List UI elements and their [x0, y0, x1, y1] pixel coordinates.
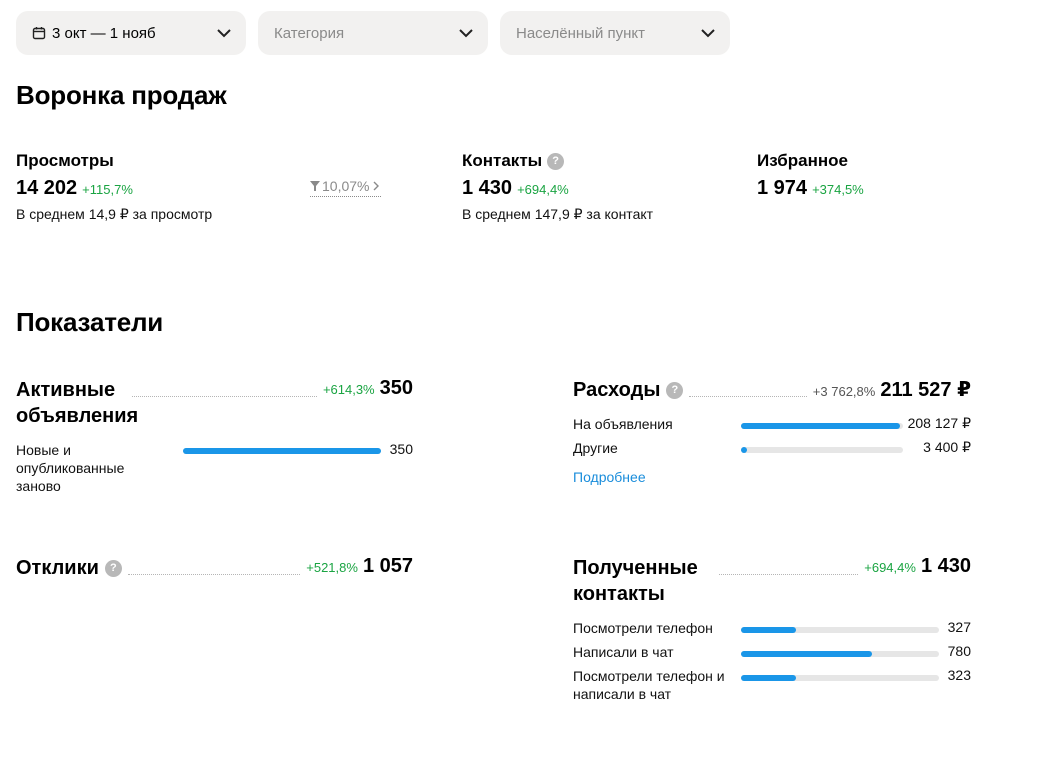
bar-fill: [741, 675, 797, 681]
bar-fill: [741, 423, 901, 429]
bar-value: 3 400 ₽: [923, 439, 971, 455]
dotted-leader: [127, 555, 301, 575]
contacts-row-phone: Посмотрели телефон 327: [573, 619, 971, 637]
bar-label: Новые и опубликованные заново: [16, 442, 125, 494]
received-contacts-change: +694,4%: [864, 560, 916, 575]
funnel-views: Просмотры 14 202 +115,7% В среднем 14,9 …: [16, 150, 212, 223]
favorites-label: Избранное: [757, 151, 848, 170]
dotted-leader: [132, 377, 317, 397]
received-contacts-title: Полученные контакты: [573, 557, 698, 605]
expenses-row-other: Другие 3 400 ₽: [573, 439, 971, 457]
bar-fill: [741, 651, 872, 657]
date-range-value: 3 окт — 1 нояб: [52, 24, 156, 42]
dotted-leader: [719, 555, 859, 575]
active-ads-change: +614,3%: [322, 382, 375, 397]
expenses-title: Расходы: [573, 379, 661, 401]
active-ads-value: 350: [379, 377, 413, 399]
bar-label: Посмотрели телефон: [573, 620, 713, 636]
bar-fill: [741, 627, 797, 633]
indicators-title: Показатели: [16, 307, 164, 337]
bar-value: 323: [947, 667, 971, 683]
bar-track: [183, 448, 381, 454]
contacts-label: Контакты: [462, 151, 543, 170]
chevron-right-icon: [373, 181, 380, 191]
expenses-row-ads: На объявления 208 127 ₽: [573, 415, 971, 433]
chevron-down-icon: [459, 29, 473, 38]
responses-value: 1 057: [362, 555, 413, 577]
metric-expenses: Расходы ? +3 762,8% 211 527 ₽: [573, 377, 971, 403]
contacts-value: 1 430: [462, 177, 513, 199]
funnel-contacts: Контакты ? 1 430 +694,4% В среднем 147,9…: [462, 150, 653, 223]
funnel-icon: [310, 181, 320, 191]
conversion-value: 10,07%: [322, 178, 370, 194]
active-ads-row: Новые и опубликованные заново 350: [16, 441, 413, 495]
active-ads-title: Активные объявления: [16, 379, 139, 427]
bar-value: 327: [947, 619, 971, 635]
bar-value: 780: [947, 643, 971, 659]
contacts-avg: В среднем 147,9 ₽ за контакт: [462, 206, 654, 222]
contacts-row-both: Посмотрели телефон и написали в чат 323: [573, 667, 971, 703]
bar-value: 350: [389, 441, 413, 457]
contacts-row-chat: Написали в чат 780: [573, 643, 971, 661]
views-value: 14 202: [16, 177, 78, 199]
bar-track: [741, 627, 939, 633]
bar-track: [741, 651, 939, 657]
contacts-change: +694,4%: [517, 182, 569, 197]
bar-fill: [183, 448, 381, 454]
bar-label: Посмотрели телефон и написали в чат: [573, 668, 725, 702]
funnel-title: Воронка продаж: [16, 80, 227, 110]
views-avg: В среднем 14,9 ₽ за просмотр: [16, 206, 213, 222]
responses-change: +521,8%: [306, 560, 358, 575]
help-icon[interactable]: ?: [104, 559, 122, 577]
bar-track: [741, 447, 903, 453]
views-change: +115,7%: [82, 182, 133, 197]
expenses-value: 211 527 ₽: [880, 379, 971, 401]
chevron-down-icon: [217, 29, 231, 38]
bar-track: [741, 423, 903, 429]
calendar-icon: [32, 27, 46, 40]
chevron-down-icon: [701, 29, 715, 38]
bar-track: [741, 675, 939, 681]
bar-label: На объявления: [573, 416, 673, 432]
bar-fill: [741, 447, 748, 453]
help-icon[interactable]: ?: [547, 152, 565, 170]
metric-active-ads: Активные объявления +614,3% 350: [16, 377, 413, 429]
bar-label: Написали в чат: [573, 644, 674, 660]
expenses-change: +3 762,8%: [812, 384, 876, 399]
views-label: Просмотры: [16, 151, 114, 170]
bar-label: Другие: [573, 440, 618, 456]
location-filter[interactable]: Населённый пункт: [500, 11, 730, 55]
responses-title: Отклики: [16, 557, 99, 579]
category-filter[interactable]: Категория: [258, 11, 488, 55]
bar-value: 208 127 ₽: [907, 415, 971, 431]
metric-responses: Отклики ? +521,8% 1 057: [16, 555, 413, 581]
favorites-value: 1 974: [757, 177, 808, 199]
location-placeholder: Населённый пункт: [516, 24, 646, 42]
received-contacts-value: 1 430: [920, 555, 971, 577]
conversion-rate[interactable]: 10,07%: [310, 178, 382, 197]
metric-received-contacts: Полученные контакты +694,4% 1 430: [573, 555, 971, 607]
funnel-favorites: Избранное 1 974 +374,5%: [757, 150, 864, 200]
dotted-leader: [689, 377, 807, 397]
favorites-change: +374,5%: [812, 182, 864, 197]
help-icon[interactable]: ?: [666, 381, 684, 399]
category-placeholder: Категория: [274, 24, 345, 42]
expenses-more-link[interactable]: Подробнее: [573, 469, 646, 485]
date-range-filter[interactable]: 3 окт — 1 нояб: [16, 11, 246, 55]
